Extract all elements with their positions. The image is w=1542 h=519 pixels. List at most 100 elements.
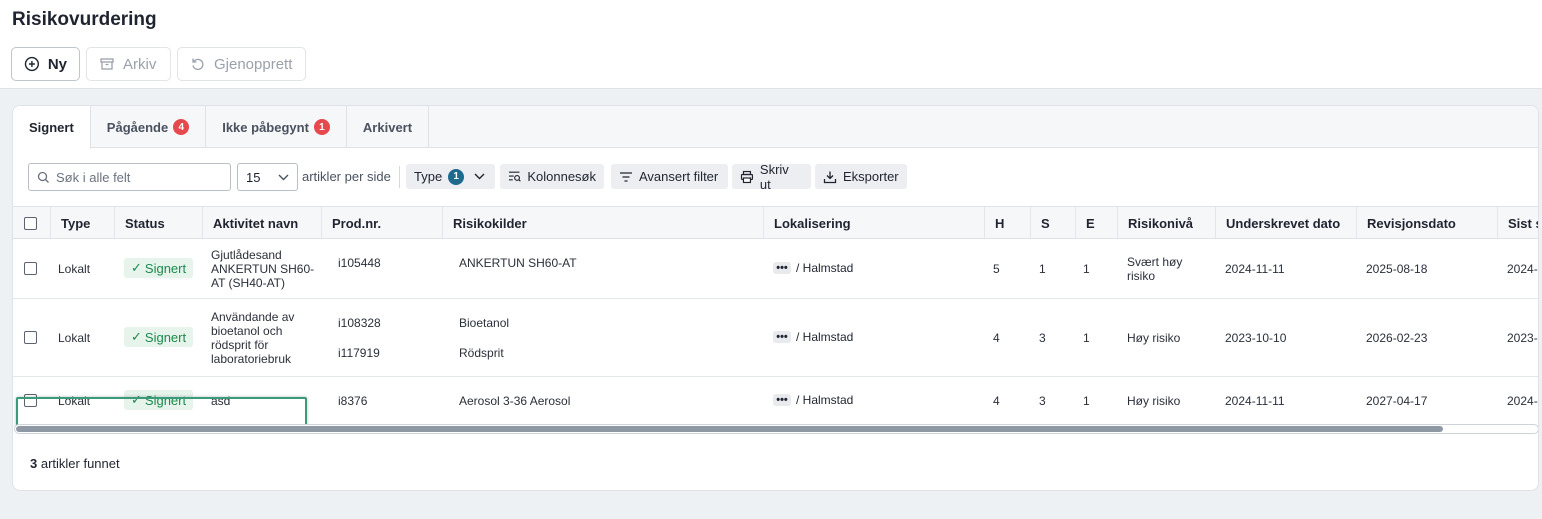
header-revision-date[interactable]: Revisjonsdato bbox=[1357, 207, 1498, 239]
status-label: Signert bbox=[144, 260, 187, 276]
top-bar: Risikovurdering Ny Arkiv Gjenopprett bbox=[0, 0, 1542, 89]
row-checkbox[interactable] bbox=[24, 394, 37, 407]
row-checkbox[interactable] bbox=[24, 331, 37, 344]
tab-in-progress[interactable]: Pågående 4 bbox=[91, 106, 207, 148]
type-cell: Lokalt bbox=[58, 394, 91, 408]
chevron-down-icon bbox=[278, 174, 289, 180]
tab-archived[interactable]: Arkivert bbox=[347, 106, 430, 148]
revision-date: 2027-04-17 bbox=[1366, 394, 1428, 408]
type-filter-label: Type bbox=[414, 169, 443, 184]
activity-line: Gjutlådesand bbox=[211, 248, 282, 262]
activity-line: AT (SH40-AT) bbox=[211, 276, 286, 290]
search-icon bbox=[37, 171, 49, 183]
export-label: Eksporter bbox=[843, 169, 899, 184]
header-activity[interactable]: Aktivitet navn bbox=[203, 207, 322, 239]
header-prod-nr[interactable]: Prod.nr. bbox=[322, 207, 443, 239]
more-dots-icon[interactable]: ••• bbox=[773, 262, 791, 274]
header-location[interactable]: Lokalisering bbox=[764, 207, 985, 239]
check-icon: ✓ bbox=[131, 329, 142, 344]
export-button[interactable]: Eksporter bbox=[815, 164, 907, 189]
search-input[interactable] bbox=[56, 169, 216, 185]
activity-line: asd bbox=[211, 394, 231, 408]
risk-source: Rödsprit bbox=[459, 346, 504, 360]
activity-line: Användande av bbox=[211, 310, 295, 324]
header-risk-level[interactable]: Risikonivå bbox=[1118, 207, 1216, 239]
tab-signed-label: Signert bbox=[29, 120, 74, 135]
archive-box-icon bbox=[100, 58, 114, 70]
table-row[interactable]: Lokalt ✓ Signert Användande av bioetanol … bbox=[13, 299, 1538, 377]
risk-level: Høy risiko bbox=[1127, 394, 1180, 408]
s-value: 3 bbox=[1039, 331, 1046, 345]
more-dots-icon[interactable]: ••• bbox=[773, 331, 791, 343]
chevron-down-icon bbox=[474, 173, 485, 180]
plus-circle-icon bbox=[24, 56, 40, 72]
print-label: Skriv ut bbox=[759, 161, 789, 192]
location-label: / Halmstad bbox=[796, 393, 854, 407]
header-type[interactable]: Type bbox=[51, 207, 115, 239]
tab-bar: Signert Pågående 4 Ikke påbegynt 1 Arkiv… bbox=[13, 106, 1538, 149]
select-all-checkbox[interactable] bbox=[24, 216, 37, 230]
s-value: 3 bbox=[1039, 394, 1046, 408]
header-signed-date[interactable]: Underskrevet dato bbox=[1216, 207, 1357, 239]
archive-button[interactable]: Arkiv bbox=[86, 47, 171, 81]
scrollbar-thumb[interactable] bbox=[16, 426, 1443, 432]
revision-date: 2025-08-18 bbox=[1366, 262, 1428, 276]
type-cell: Lokalt bbox=[58, 331, 91, 345]
tab-not-started-label: Ikke påbegynt bbox=[222, 119, 309, 135]
risk-level: Svært høy risiko bbox=[1127, 255, 1182, 283]
activity-line: laboratoriebruk bbox=[211, 352, 292, 366]
restore-arrow-icon bbox=[192, 58, 204, 71]
type-filter-button[interactable]: Type 1 bbox=[406, 164, 495, 189]
filter-toolbar: 15 artikler per side Type 1 Kolonnesøk A… bbox=[13, 148, 1538, 206]
h-value: 5 bbox=[993, 262, 1000, 276]
last-date: 2024- bbox=[1507, 394, 1538, 408]
column-search-button[interactable]: Kolonnesøk bbox=[500, 164, 604, 189]
risk-level-line: Svært høy bbox=[1127, 255, 1183, 269]
results-card: Signert Pågående 4 Ikke påbegynt 1 Arkiv… bbox=[12, 105, 1539, 491]
print-button[interactable]: Skriv ut bbox=[732, 161, 811, 192]
header-e[interactable]: E bbox=[1076, 207, 1118, 239]
header-risk-sources[interactable]: Risikokilder bbox=[443, 207, 764, 239]
header-s[interactable]: S bbox=[1031, 207, 1076, 239]
filter-icon bbox=[620, 171, 632, 182]
activity-name: Användande av bioetanol och rödsprit för… bbox=[211, 310, 294, 366]
column-search-icon bbox=[508, 171, 521, 182]
per-page-select[interactable]: 15 bbox=[237, 163, 298, 191]
page-title: Risikovurdering bbox=[12, 9, 157, 30]
tab-in-progress-badge: 4 bbox=[173, 119, 190, 135]
new-button[interactable]: Ny bbox=[11, 47, 80, 81]
table-row[interactable]: Lokalt ✓ Signert Gjutlådesand ANKERTUN SH… bbox=[13, 239, 1538, 299]
header-status[interactable]: Status bbox=[115, 207, 203, 239]
tab-signed[interactable]: Signert bbox=[13, 106, 91, 149]
e-value: 1 bbox=[1083, 331, 1090, 345]
restore-button[interactable]: Gjenopprett bbox=[177, 47, 306, 81]
last-date: 2023- bbox=[1507, 331, 1538, 345]
risk-source: Bioetanol bbox=[459, 316, 510, 330]
horizontal-scrollbar[interactable] bbox=[14, 424, 1538, 434]
new-button-label: Ny bbox=[47, 55, 67, 73]
prod-nr: i108328 bbox=[338, 316, 381, 330]
activity-line: rödsprit för bbox=[211, 338, 269, 352]
more-dots-icon[interactable]: ••• bbox=[773, 394, 791, 406]
header-select-all-cell bbox=[13, 207, 51, 239]
row-checkbox[interactable] bbox=[24, 262, 37, 275]
per-page-value: 15 bbox=[246, 169, 261, 185]
e-value: 1 bbox=[1083, 262, 1090, 276]
check-icon: ✓ bbox=[131, 260, 142, 275]
header-h[interactable]: H bbox=[985, 207, 1031, 239]
signed-date: 2024-11-11 bbox=[1225, 262, 1285, 276]
table-row[interactable]: Lokalt ✓ Signert asd i8376 Aerosol 3-36 A… bbox=[13, 377, 1538, 423]
prod-nr: i117919 bbox=[338, 346, 380, 360]
signed-date: 2023-10-10 bbox=[1225, 331, 1287, 345]
results-table: Type Status Aktivitet navn Prod.nr. Risi… bbox=[13, 206, 1538, 428]
location-label: / Halmstad bbox=[796, 330, 854, 344]
risk-level-line: risiko bbox=[1127, 269, 1156, 283]
advanced-filter-button[interactable]: Avansert filter bbox=[611, 164, 728, 189]
signed-date: 2024-11-11 bbox=[1225, 394, 1285, 408]
activity-line: ANKERTUN SH60- bbox=[211, 262, 315, 276]
header-last[interactable]: Sist s bbox=[1498, 207, 1538, 239]
location-cell: ••• / Halmstad bbox=[773, 330, 853, 344]
tab-not-started[interactable]: Ikke påbegynt 1 bbox=[206, 106, 347, 148]
activity-line: bioetanol och bbox=[211, 324, 283, 338]
status-label: Signert bbox=[144, 329, 187, 345]
